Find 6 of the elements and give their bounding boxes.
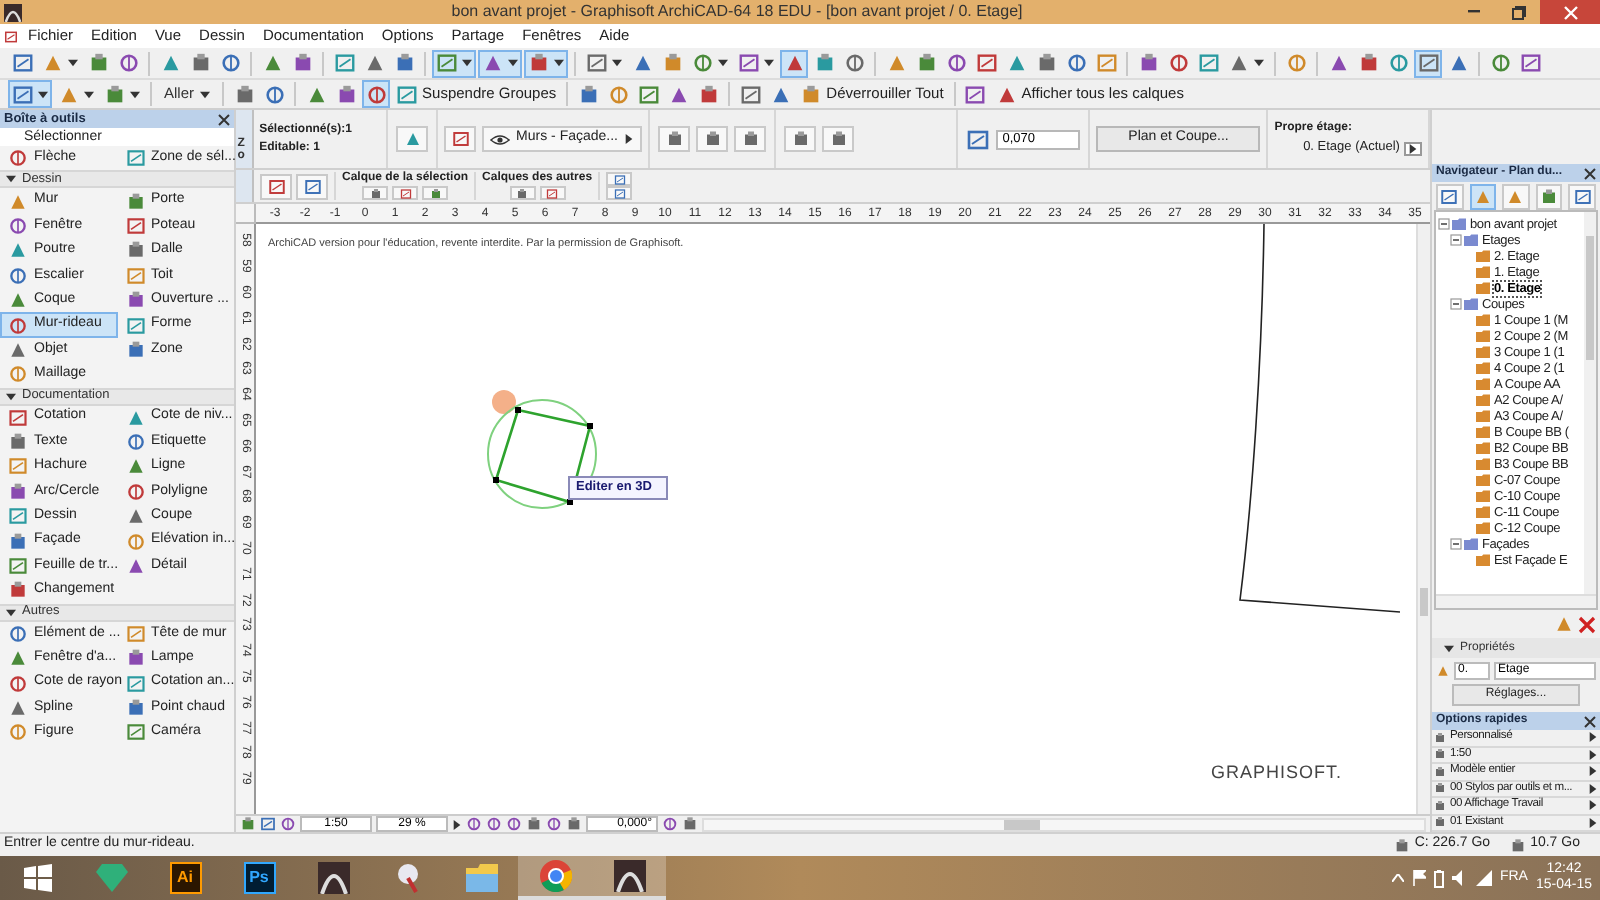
- taskbar-app-button[interactable]: Ps: [222, 856, 296, 900]
- app-logo: Ps: [243, 862, 275, 894]
- app-logo: Ai: [169, 862, 201, 894]
- window-title: bon avant projet - Graphisoft ArchiCAD-64 18 EDU - [bon avant projet / 0. Etage]: [449, 0, 1025, 24]
- graphisoft-logo: GRAPHISOFT.: [1210, 759, 1342, 785]
- taskbar-app-button[interactable]: Ai: [148, 856, 222, 900]
